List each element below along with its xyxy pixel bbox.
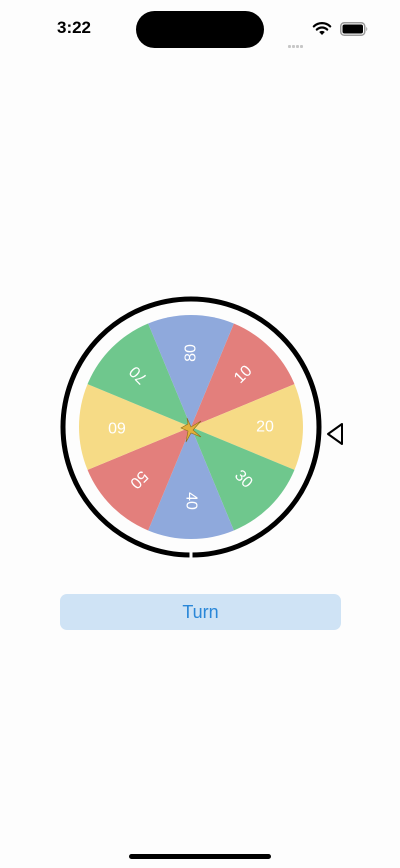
battery-icon	[340, 22, 368, 36]
triangle-left-icon	[327, 423, 343, 445]
wheel-segment-label: 80	[183, 344, 200, 362]
wheel-segment-label: 40	[183, 492, 200, 510]
wifi-icon	[312, 22, 332, 35]
wheel-svg: 1020304050607080	[60, 296, 343, 560]
status-bar: 3:22	[0, 0, 400, 60]
prize-wheel: 10 20 30 40 50 60 70 80	[56, 290, 356, 560]
home-indicator	[129, 854, 271, 859]
status-time: 3:22	[56, 18, 92, 37]
wheel-segment-label: 20	[256, 419, 274, 436]
cellular-signal-icon	[288, 30, 304, 48]
turn-button[interactable]: Turn	[60, 594, 341, 630]
dynamic-island	[136, 11, 264, 48]
wheel-segment-label: 60	[108, 419, 126, 436]
